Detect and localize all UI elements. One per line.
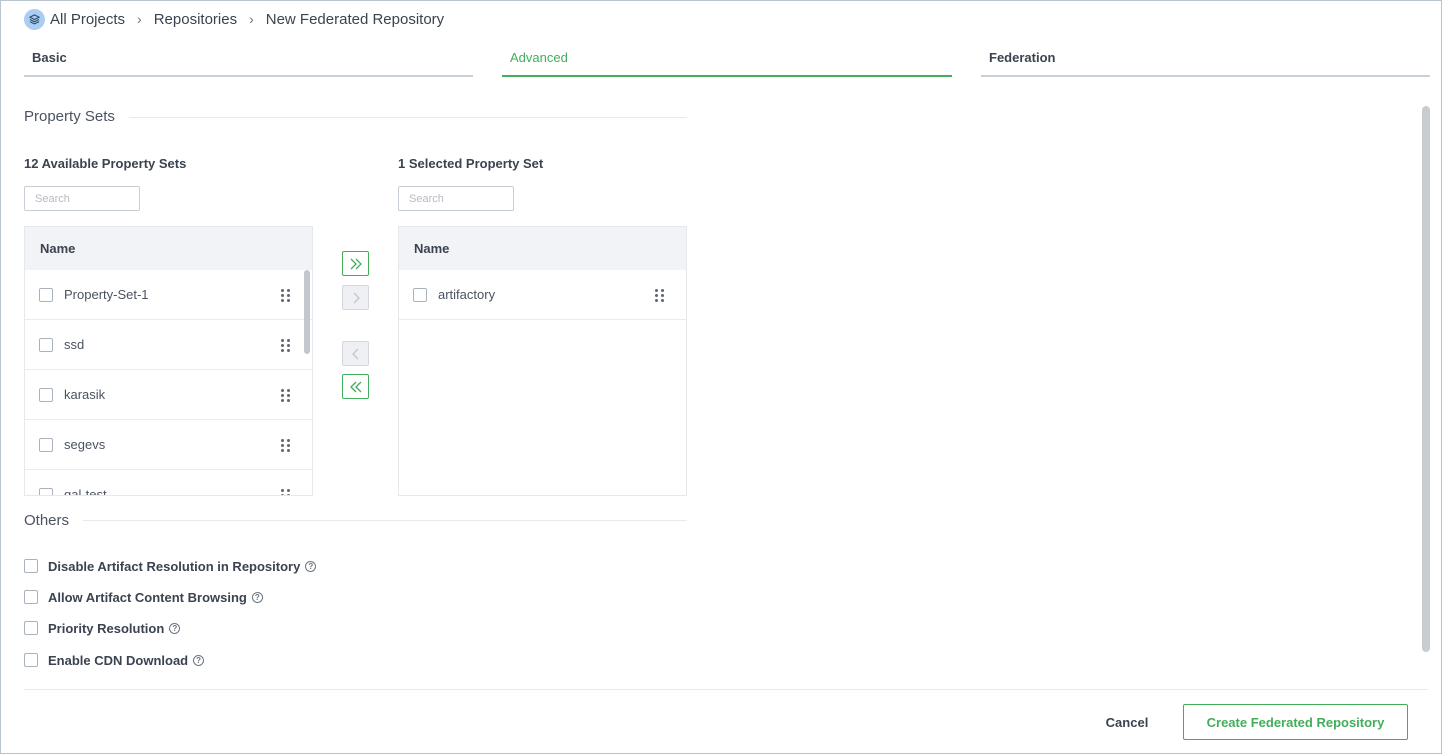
- option-label: Priority Resolution: [48, 620, 165, 636]
- item-label: ssd: [64, 337, 85, 352]
- move-left-button[interactable]: [342, 341, 369, 366]
- others-title: Others: [24, 512, 84, 529]
- list-item[interactable]: gal-test: [25, 470, 312, 496]
- breadcrumb-all-projects[interactable]: All Projects: [50, 11, 125, 28]
- chevron-left-icon: [351, 348, 358, 359]
- project-stack-icon: [24, 8, 45, 30]
- option-checkbox[interactable]: [24, 653, 38, 667]
- section-divider: [24, 520, 687, 521]
- selected-list: Name artifactory: [398, 226, 687, 496]
- move-all-left-button[interactable]: [342, 374, 369, 399]
- item-checkbox[interactable]: [39, 487, 53, 495]
- option-checkbox[interactable]: [24, 559, 38, 573]
- item-checkbox[interactable]: [39, 287, 53, 302]
- list-item[interactable]: artifactory: [399, 270, 686, 320]
- option-checkbox[interactable]: [24, 590, 38, 604]
- breadcrumb-current: New Federated Repository: [265, 10, 445, 28]
- tab-basic[interactable]: Basic: [24, 50, 473, 77]
- page-scrollbar[interactable]: [1422, 106, 1430, 652]
- item-label: artifactory: [438, 287, 496, 302]
- drag-handle-icon[interactable]: [281, 289, 291, 302]
- property-sets-title: Property Sets: [24, 108, 129, 125]
- breadcrumb-repositories[interactable]: Repositories: [154, 11, 237, 28]
- option-label: Disable Artifact Resolution in Repositor…: [48, 558, 301, 574]
- available-search-input[interactable]: [24, 186, 140, 211]
- help-circle-icon[interactable]: ?: [193, 654, 205, 666]
- option-disable-artifact-resolution[interactable]: Disable Artifact Resolution in Repositor…: [24, 557, 317, 575]
- option-enable-cdn-download[interactable]: Enable CDN Download ?: [24, 651, 205, 669]
- help-circle-icon[interactable]: ?: [305, 560, 317, 572]
- option-checkbox[interactable]: [24, 621, 38, 635]
- tab-federation[interactable]: Federation: [981, 50, 1430, 77]
- drag-handle-icon[interactable]: [281, 439, 291, 452]
- item-label: segevs: [64, 437, 106, 452]
- list-item[interactable]: Property-Set-1: [25, 270, 312, 320]
- option-label: Allow Artifact Content Browsing: [48, 589, 247, 605]
- available-list-title: 12 Available Property Sets: [24, 156, 187, 171]
- tab-advanced[interactable]: Advanced: [502, 50, 952, 77]
- item-label: gal-test: [64, 487, 107, 496]
- item-checkbox[interactable]: [413, 287, 427, 302]
- item-checkbox[interactable]: [39, 437, 53, 452]
- list-item[interactable]: segevs: [25, 420, 312, 470]
- chevron-right-icon: ›: [249, 11, 254, 27]
- option-label: Enable CDN Download: [48, 652, 189, 668]
- move-all-right-button[interactable]: [342, 251, 369, 276]
- help-circle-icon[interactable]: ?: [169, 622, 181, 634]
- available-list: Name Property-Set-1 ssd karasik segevs g…: [24, 226, 313, 496]
- selected-search-input[interactable]: [398, 186, 514, 211]
- breadcrumb: All Projects › Repositories › New Federa…: [24, 8, 444, 30]
- create-federated-repository-button[interactable]: Create Federated Repository: [1183, 704, 1408, 740]
- item-label: Property-Set-1: [64, 287, 149, 302]
- chevron-right-icon: ›: [137, 11, 142, 27]
- selected-list-header[interactable]: Name: [399, 227, 686, 270]
- move-right-button[interactable]: [342, 285, 369, 310]
- available-list-header[interactable]: Name: [25, 227, 312, 270]
- double-chevron-left-icon: [349, 381, 361, 392]
- help-circle-icon[interactable]: ?: [251, 591, 263, 603]
- list-item[interactable]: karasik: [25, 370, 312, 420]
- cancel-button[interactable]: Cancel: [1095, 710, 1159, 734]
- option-priority-resolution[interactable]: Priority Resolution ?: [24, 619, 181, 637]
- drag-handle-icon[interactable]: [281, 489, 291, 495]
- selected-list-title: 1 Selected Property Set: [398, 156, 544, 171]
- footer-divider: [24, 689, 1428, 690]
- drag-handle-icon[interactable]: [281, 389, 291, 402]
- drag-handle-icon[interactable]: [281, 339, 291, 352]
- drag-handle-icon[interactable]: [655, 289, 665, 302]
- chevron-right-icon: [353, 292, 360, 303]
- double-chevron-right-icon: [350, 258, 362, 269]
- list-item[interactable]: ssd: [25, 320, 312, 370]
- option-allow-content-browsing[interactable]: Allow Artifact Content Browsing ?: [24, 588, 263, 606]
- item-checkbox[interactable]: [39, 337, 53, 352]
- item-label: karasik: [64, 387, 106, 402]
- item-checkbox[interactable]: [39, 387, 53, 402]
- available-list-scrollbar[interactable]: [304, 270, 310, 354]
